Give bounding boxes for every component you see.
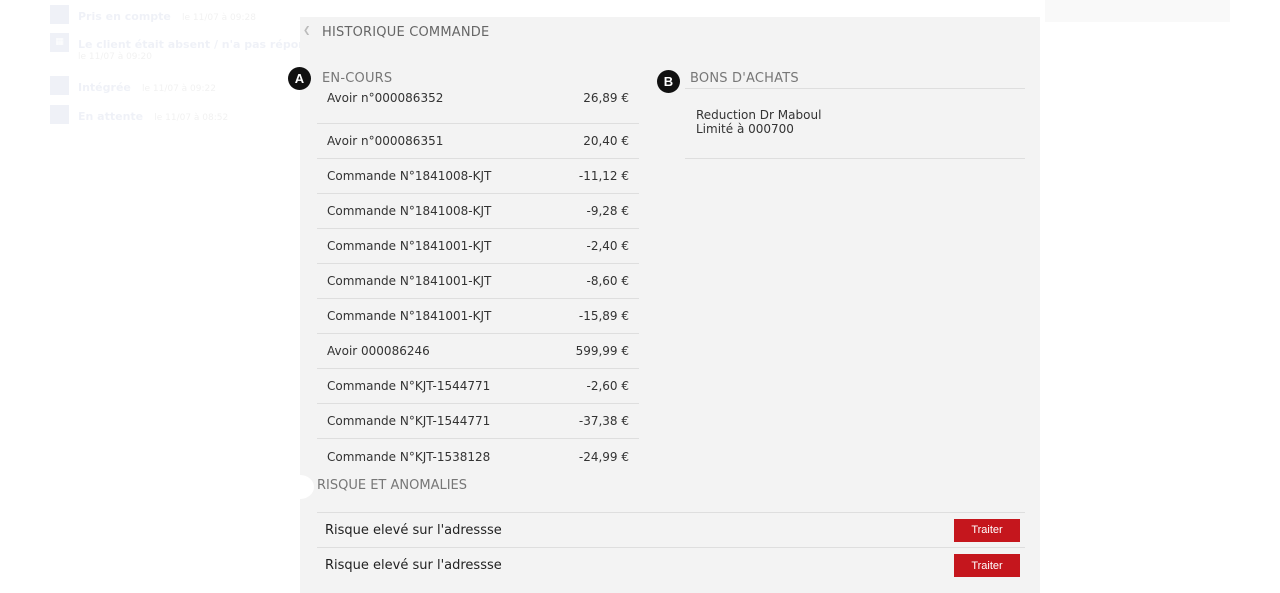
table-row[interactable]: Avoir n°000086352 26,89 € [317,88,639,124]
divider [685,88,1025,89]
order-label: Commande N°1841008-KJT [327,204,492,218]
bg-status-title: En attente [78,110,144,123]
order-amount: -11,12 € [578,169,629,183]
en-cours-heading: EN-COURS [322,71,393,86]
risk-label: Risque elevé sur l'adressse [325,522,502,538]
section-notch [286,475,314,499]
collapse-icon[interactable]: ❮ [303,26,311,38]
risk-heading: RISQUE ET ANOMALIES [317,478,468,493]
order-label: Avoir n°000086352 [327,91,444,105]
order-amount: 20,40 € [583,134,629,148]
table-row[interactable]: Commande N°KJT-1544771 -37,38 € [317,404,639,439]
order-amount: -8,60 € [586,274,630,288]
square-icon [50,76,69,95]
table-row[interactable]: Commande N°1841001-KJT -8,60 € [317,264,639,299]
order-amount: 26,89 € [583,91,629,105]
panel-title: HISTORIQUE COMMANDE [322,25,490,40]
risk-label: Risque elevé sur l'adressse [325,558,502,573]
bg-status-date: le 11/07 à 09:28 [181,13,256,23]
square-icon [50,105,69,124]
grid-icon: ▦ [50,33,69,52]
table-row[interactable]: Commande N°1841001-KJT -15,89 € [317,299,639,334]
bg-status-date: le 11/07 à 08:52 [154,113,229,123]
traiter-button[interactable]: Traiter [954,518,1020,542]
order-label: Commande N°1841001-KJT [327,274,492,288]
marker-a-icon: A [288,67,311,90]
table-row[interactable]: Commande N°KJT-1544771 -2,60 € [317,369,639,404]
order-amount: -9,28 € [586,204,630,218]
table-row[interactable]: Commande N°1841008-KJT -9,28 € [317,194,639,229]
bg-status-item: En attente le 11/07 à 08:52 [50,105,228,124]
bg-status-date: le 11/07 à 09:22 [141,84,216,94]
divider [685,158,1025,159]
marker-b-icon: B [657,70,680,93]
bg-status-item: Pris en compte le 11/07 à 09:28 [50,5,256,24]
bg-status-item: ▦ Le client était absent / n'a pas répon… [50,33,322,62]
table-row[interactable]: Avoir 000086246 599,99 € [317,334,639,369]
order-amount: -2,40 € [586,239,630,253]
bons-achats-heading: BONS D'ACHATS [690,71,799,86]
table-row[interactable]: Commande N°1841008-KJT -11,12 € [317,159,639,194]
order-label: Commande N°KJT-1544771 [327,414,491,428]
order-amount: -24,99 € [578,449,629,464]
bg-header-box [1045,0,1230,22]
en-cours-list: Avoir n°000086352 26,89 € Avoir n°00008635… [317,88,639,474]
traiter-button[interactable]: Traiter [954,554,1020,577]
risk-row: Risque elevé sur l'adressse Traiter [317,513,1025,548]
order-label: Avoir 000086246 [327,344,430,358]
bg-status-title: Intégrée [78,81,131,94]
risk-list: Risque elevé sur l'adressse Traiter Risque… [317,512,1025,583]
order-label: Commande N°KJT-1538128 [327,449,491,464]
order-label: Commande N°KJT-1544771 [327,379,491,393]
order-label: Commande N°1841001-KJT [327,309,492,323]
table-row[interactable]: Avoir n°000086351 20,40 € [317,124,639,159]
order-label: Avoir n°000086351 [327,134,444,148]
voucher-limit: Limité à 000700 [696,122,794,136]
voucher-item: Reduction Dr Maboul Limité à 000700 [696,108,821,136]
bg-status-title: Le client était absent / n'a pas répondu [78,38,322,51]
risk-row: Risque elevé sur l'adressse Traiter [317,548,1025,583]
square-icon [50,5,69,24]
bg-status-title: Pris en compte [78,10,171,23]
order-label: Commande N°1841008-KJT [327,169,492,183]
order-history-panel: ❮ HISTORIQUE COMMANDE A EN-COURS Avoir n… [286,17,1040,593]
order-label: Commande N°1841001-KJT [327,239,492,253]
order-amount: -37,38 € [578,414,629,428]
voucher-name: Reduction Dr Maboul [696,108,822,122]
table-row[interactable]: Commande N°KJT-1538128 -24,99 € [317,439,639,474]
order-amount: -2,60 € [586,379,630,393]
bg-status-item: Intégrée le 11/07 à 09:22 [50,76,216,95]
order-amount: 599,99 € [575,344,629,358]
table-row[interactable]: Commande N°1841001-KJT -2,40 € [317,229,639,264]
order-amount: -15,89 € [578,309,629,323]
bg-status-date: le 11/07 à 09:20 [78,52,153,62]
